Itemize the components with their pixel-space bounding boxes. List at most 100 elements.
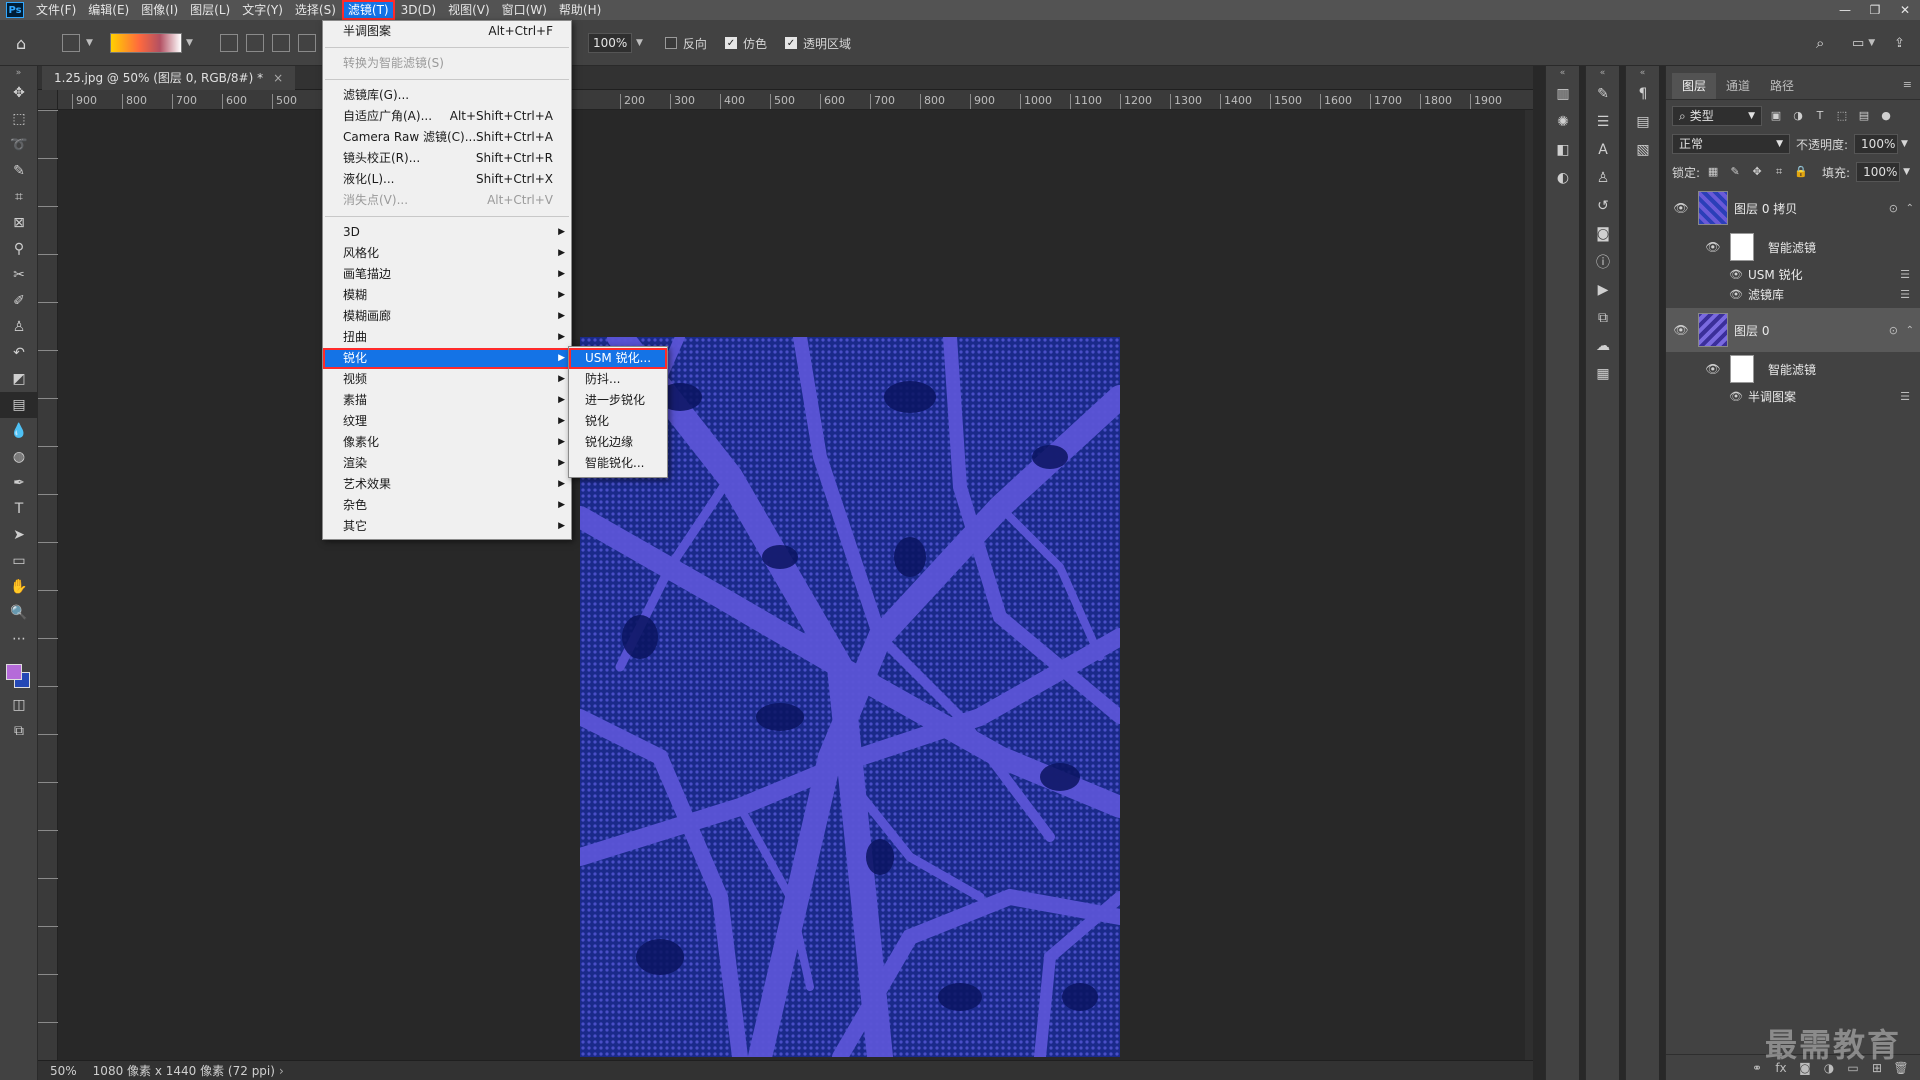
visibility-eye-icon[interactable]: 👁 [1702,362,1724,376]
type-filter-icon[interactable]: T [1812,108,1828,124]
visibility-eye-icon[interactable]: 👁 [1670,201,1692,215]
filter-menu-item[interactable]: 素描 ▶ [323,390,571,411]
filter-menu-item[interactable]: 锐化 ▶ [323,348,571,369]
smart-object-filter-icon[interactable]: ▤ [1856,108,1872,124]
brush-tool-icon[interactable]: ✐ [0,288,38,314]
share-icon[interactable]: ⇪ [1894,20,1905,66]
filter-row[interactable]: 👁 USM 锐化 ☰ [1666,264,1920,284]
visibility-eye-icon[interactable]: 👁 [1728,390,1744,403]
chevron-down-icon[interactable]: ▼ [1901,139,1908,149]
menu-file[interactable]: 文件(F) [30,0,82,20]
filter-menu-item[interactable]: Camera Raw 滤镜(C)... Shift+Ctrl+A [323,127,571,148]
sharpen-menu-item[interactable]: 锐化 [569,411,667,432]
visibility-eye-icon[interactable]: 👁 [1728,268,1744,281]
tab-layers[interactable]: 图层 [1672,73,1717,99]
blur-tool-icon[interactable]: 💧 [0,418,38,444]
filter-menu-item[interactable]: 其它 ▶ [323,516,571,537]
menu-type[interactable]: 文字(Y) [236,0,289,20]
smart-filter-row[interactable]: 👁 智能滤镜 [1666,230,1920,264]
menu-filter[interactable]: 滤镜(T) [341,0,395,20]
type-tool-icon[interactable]: T [0,496,38,522]
character-icon[interactable]: A [1586,136,1620,164]
more-tools-icon[interactable]: ⋯ [0,626,38,652]
reverse-checkbox[interactable] [664,37,677,49]
layer-name[interactable]: 图层 0 [1734,322,1769,339]
healing-tool-icon[interactable]: ✂ [0,262,38,288]
paragraph-icon[interactable]: ¶ [1626,80,1660,108]
filter-menu-item[interactable]: 半调图案 Alt+Ctrl+F [323,21,571,42]
notes-icon[interactable]: ▧ [1626,136,1660,164]
filter-row[interactable]: 👁 滤镜库 ☰ [1666,284,1920,304]
filter-menu-item[interactable]: 像素化 ▶ [323,432,571,453]
menu-3d[interactable]: 3D(D) [395,0,442,20]
eyedropper-tool-icon[interactable]: ⚲ [0,236,38,262]
lasso-tool-icon[interactable]: ➰ [0,132,38,158]
paragraph-styles-icon[interactable]: ▤ [1626,108,1660,136]
visibility-eye-icon[interactable]: 👁 [1670,323,1692,337]
smart-filter-row[interactable]: 👁 智能滤镜 [1666,352,1920,386]
close-icon[interactable]: × [273,71,283,85]
lock-all-icon[interactable]: 🔒 [1794,165,1808,179]
layer-row[interactable]: 👁 图层 0 拷贝 ⊙ ⌃ [1666,186,1920,230]
path-select-tool-icon[interactable]: ➤ [0,522,38,548]
hand-tool-icon[interactable]: ✋ [0,574,38,600]
tab-channels[interactable]: 通道 [1716,73,1760,99]
layer-comps-icon[interactable]: ⧉ [1586,304,1620,332]
crop-tool-icon[interactable]: ⌗ [0,184,38,210]
filter-menu-item[interactable]: 艺术效果 ▶ [323,474,571,495]
status-zoom[interactable]: 50% [50,1064,77,1078]
menu-help[interactable]: 帮助(H) [553,0,607,20]
pen-tool-icon[interactable]: ✒ [0,470,38,496]
chevron-up-icon[interactable]: ⌃ [1906,203,1914,214]
document-tab[interactable]: 1.25.jpg @ 50% (图层 0, RGB/8#) * × [42,66,296,90]
opacity-input[interactable]: 100% [1854,134,1899,154]
menu-edit[interactable]: 编辑(E) [82,0,135,20]
transparency-checkbox[interactable]: ✓ [784,37,797,49]
sharpen-menu-item[interactable]: 锐化边缘 [569,432,667,453]
layer-row[interactable]: 👁 图层 0 ⊙ ⌃ [1666,308,1920,352]
lock-artboard-icon[interactable]: ⌗ [1772,165,1786,179]
properties-icon[interactable]: ☰ [1586,108,1620,136]
filter-menu-item[interactable]: 画笔描边 ▶ [323,264,571,285]
marquee-tool-icon[interactable]: ⬚ [0,106,38,132]
collapse-icon[interactable]: « [1546,66,1579,80]
chevron-up-icon[interactable]: ⌃ [1906,325,1914,336]
visibility-eye-icon[interactable]: 👁 [1728,288,1744,301]
filter-menu-item[interactable]: 镜头校正(R)... Shift+Ctrl+R [323,148,571,169]
chevron-right-icon[interactable]: › [279,1064,284,1078]
gradient-tool-icon[interactable]: ▤ [0,392,38,418]
adjustment-filter-icon[interactable]: ◑ [1790,108,1806,124]
3d-icon[interactable]: ☁ [1586,332,1620,360]
navigator-icon[interactable]: ✺ [1546,108,1580,136]
home-icon[interactable]: ⌂ [16,20,26,66]
stamp-tool-icon[interactable]: ♙ [0,314,38,340]
sharpen-menu-item[interactable]: 智能锐化... [569,453,667,474]
filter-menu-item[interactable]: 液化(L)... Shift+Ctrl+X [323,169,571,190]
lock-transparent-icon[interactable]: ▦ [1706,165,1720,179]
pixel-filter-icon[interactable]: ▣ [1768,108,1784,124]
lock-pixels-icon[interactable]: ✎ [1728,165,1742,179]
filter-options-icon[interactable]: ☰ [1900,390,1910,403]
menu-view[interactable]: 视图(V) [442,0,496,20]
status-doc-info[interactable]: 1080 像素 x 1440 像素 (72 ppi) [93,1062,275,1079]
collapse-icon[interactable]: « [1626,66,1659,80]
sharpen-menu-item[interactable]: 进一步锐化 [569,390,667,411]
vertical-ruler[interactable] [38,110,58,1060]
search-icon[interactable]: ⌕ [1816,20,1824,66]
workspace-icon[interactable]: ▭ ▼ [1852,20,1875,66]
vertical-scrollbar[interactable] [1525,110,1533,1060]
filter-menu-item[interactable]: 3D ▶ [323,222,571,243]
filter-menu-item[interactable]: 风格化 ▶ [323,243,571,264]
quick-select-tool-icon[interactable]: ✎ [0,158,38,184]
menu-image[interactable]: 图像(I) [135,0,184,20]
actions-icon[interactable]: ▶ [1586,276,1620,304]
eraser-tool-icon[interactable]: ◩ [0,366,38,392]
filter-row[interactable]: 👁 半调图案 ☰ [1666,386,1920,406]
filter-menu-item[interactable]: 模糊画廊 ▶ [323,306,571,327]
sharpen-menu-item[interactable]: 防抖... [569,369,667,390]
panel-menu-icon[interactable]: ≡ [1903,78,1912,91]
menu-select[interactable]: 选择(S) [289,0,342,20]
frame-tool-icon[interactable]: ⊠ [0,210,38,236]
quick-mask-icon[interactable]: ◫ [0,692,38,718]
linear-gradient-icon[interactable] [220,34,238,52]
